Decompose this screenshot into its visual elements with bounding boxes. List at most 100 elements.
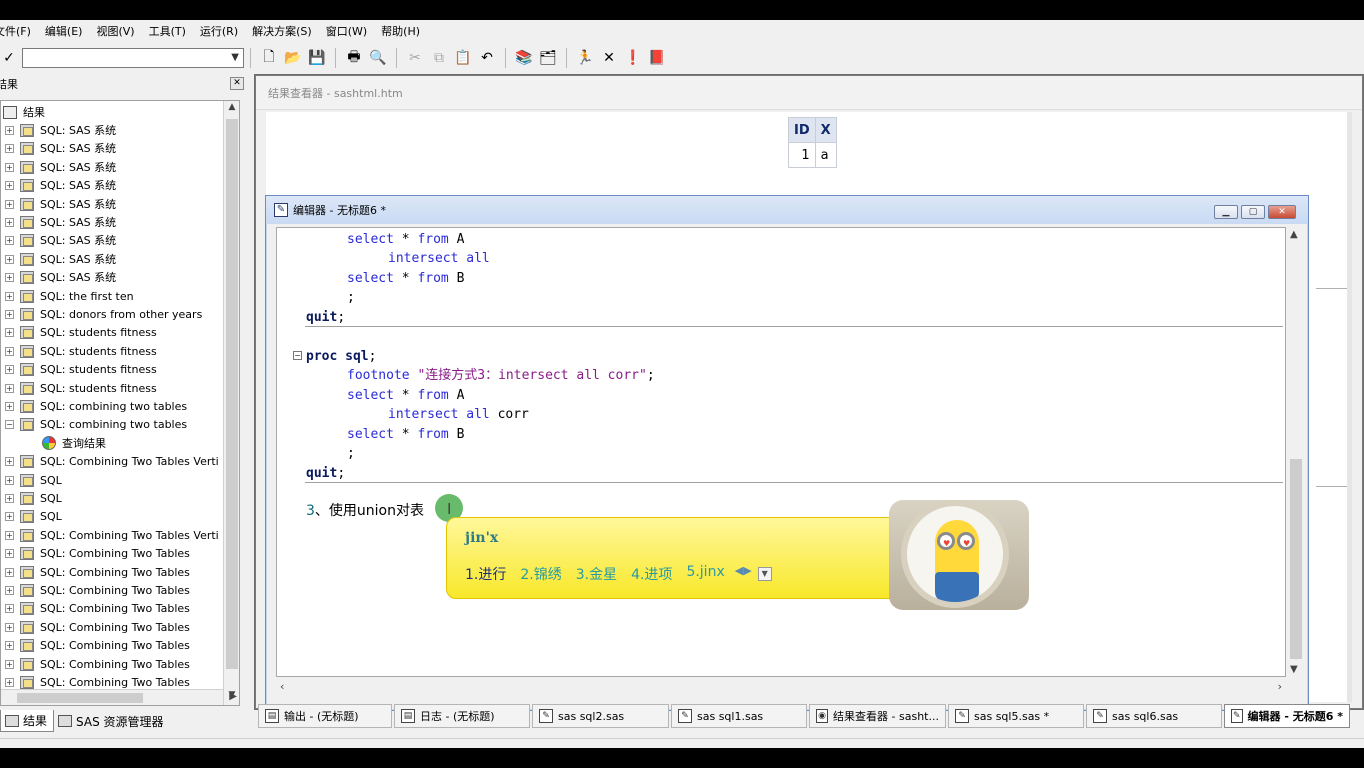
window-tab-sas-sql6[interactable]: ✎ sas sql6.sas (1086, 704, 1222, 728)
expand-icon[interactable]: + (5, 199, 14, 209)
menu-help[interactable]: 帮助(H) (374, 23, 427, 39)
expand-icon[interactable]: + (5, 585, 14, 595)
tree-item[interactable]: + SQL: SAS 系统 (1, 250, 116, 268)
menu-edit[interactable]: 编辑(E) (38, 23, 90, 39)
chevron-down-icon[interactable]: ▼ (757, 567, 772, 581)
expand-icon[interactable]: + (5, 567, 14, 577)
new-icon[interactable]: 🗋 (257, 47, 281, 69)
window-tab-results-viewer[interactable]: ◉ 结果查看器 - sasht... (809, 704, 946, 728)
tree-item[interactable]: + SQL: SAS 系统 (1, 121, 116, 139)
tree-item[interactable]: + SQL: Combining Two Tables Verti (1, 526, 219, 544)
copy-icon[interactable]: ⧉ (427, 47, 451, 69)
window-tab-output[interactable]: ▤ 输出 - (无标题) (258, 704, 392, 728)
scroll-thumb[interactable] (1290, 459, 1302, 659)
window-tab-sas-sql1[interactable]: ✎ sas sql1.sas (671, 704, 807, 728)
submit-check-icon[interactable]: ✓ (0, 48, 18, 68)
expand-icon[interactable]: + (5, 291, 14, 301)
expand-icon[interactable]: + (5, 217, 14, 227)
undo-icon[interactable]: ↶ (475, 47, 499, 69)
menu-tools[interactable]: 工具(T) (142, 23, 193, 39)
code-editor[interactable]: select * from A intersect all select * f… (276, 227, 1286, 677)
tree-item[interactable]: + SQL: SAS 系统 (1, 268, 116, 286)
expand-icon[interactable]: + (5, 235, 14, 245)
tree-item[interactable]: + SQL: students fitness (1, 360, 157, 378)
editor-vertical-scrollbar[interactable]: ▲ ▼ (1288, 227, 1304, 677)
save-icon[interactable]: 💾 (305, 47, 329, 69)
tree-item[interactable]: + SQL: Combining Two Tables (1, 544, 190, 562)
print-preview-icon[interactable]: 🔍 (366, 47, 390, 69)
scroll-left-icon[interactable]: ‹ (280, 680, 284, 693)
menu-run[interactable]: 运行(R) (193, 23, 245, 39)
expand-icon[interactable]: + (5, 603, 14, 613)
ime-candidate[interactable]: 5.jinx (686, 564, 724, 584)
minimize-button[interactable]: ▁ (1214, 205, 1238, 219)
scroll-up-icon[interactable]: ▲ (1290, 229, 1298, 240)
tree-item[interactable]: + SQL: SAS 系统 (1, 231, 116, 249)
results-viewer-scrollbar[interactable] (1347, 112, 1352, 702)
expand-icon[interactable]: + (5, 548, 14, 558)
expand-icon[interactable]: + (5, 640, 14, 650)
paste-icon[interactable]: 📋 (451, 47, 475, 69)
tree-item[interactable]: + SQL: combining two tables (1, 397, 187, 415)
tree-item[interactable]: + SQL: Combining Two Tables (1, 581, 190, 599)
close-icon[interactable]: ✕ (230, 77, 244, 90)
tree-item[interactable]: − SQL: combining two tables (1, 415, 187, 433)
expand-icon[interactable]: + (5, 383, 14, 393)
tree-item[interactable]: + SQL: students fitness (1, 379, 157, 397)
expand-icon[interactable]: + (5, 180, 14, 190)
chevron-down-icon[interactable]: ▼ (231, 52, 239, 63)
tree-item[interactable]: + SQL: SAS 系统 (1, 139, 116, 157)
tree-item[interactable]: + SQL: Combining Two Tables (1, 563, 190, 581)
expand-icon[interactable]: + (5, 364, 14, 374)
run-icon[interactable]: 🏃 (573, 47, 597, 69)
ime-candidate[interactable]: 4.进项 (631, 564, 672, 584)
window-tab-sas-sql2[interactable]: ✎ sas sql2.sas (532, 704, 669, 728)
collapse-icon[interactable]: − (293, 351, 302, 360)
menu-solutions[interactable]: 解决方案(S) (245, 23, 319, 39)
print-icon[interactable]: 🖶 (342, 47, 366, 69)
expand-icon[interactable]: + (5, 401, 14, 411)
tree-item[interactable]: + SQL: SAS 系统 (1, 176, 116, 194)
tree-root[interactable]: 结果 (1, 103, 45, 121)
tree-item[interactable]: + SQL (1, 507, 62, 525)
help-icon[interactable]: ❗ (621, 47, 645, 69)
menu-window[interactable]: 窗口(W) (319, 23, 374, 39)
tab-sas-explorer[interactable]: SAS 资源管理器 (54, 710, 169, 732)
window-tab-sas-sql5[interactable]: ✎ sas sql5.sas * (948, 704, 1084, 728)
expand-icon[interactable]: + (5, 622, 14, 632)
scroll-thumb[interactable] (17, 693, 143, 703)
expand-icon[interactable]: + (5, 530, 14, 540)
ime-candidate[interactable]: 1.进行 (465, 564, 506, 584)
editor-title-bar[interactable]: ✎ 编辑器 - 无标题6 * (266, 196, 1308, 224)
scroll-down-icon[interactable]: ▼ (1290, 664, 1298, 675)
tree-item[interactable]: + SQL: Combining Two Tables (1, 599, 190, 617)
editor-horizontal-scrollbar[interactable]: ‹ › (276, 679, 1286, 695)
menu-view[interactable]: 视图(V) (89, 23, 141, 39)
tree-item[interactable]: + SQL (1, 489, 62, 507)
tree-item[interactable]: + SQL: SAS 系统 (1, 195, 116, 213)
tree-horizontal-scrollbar[interactable]: ▶ (1, 689, 237, 705)
expand-icon[interactable]: + (5, 677, 14, 687)
expand-icon[interactable]: + (5, 493, 14, 503)
window-tab-editor-untitled6[interactable]: ✎ 编辑器 - 无标题6 * (1224, 704, 1350, 728)
page-arrows-icon[interactable]: ◀▶ (735, 564, 752, 584)
cut-icon[interactable]: ✂ (403, 47, 427, 69)
tree-item[interactable]: + SQL: SAS 系统 (1, 158, 116, 176)
expand-icon[interactable]: + (5, 475, 14, 485)
ime-candidate[interactable]: 2.锦绣 (520, 564, 561, 584)
open-icon[interactable]: 📂 (281, 47, 305, 69)
tree-item[interactable]: + SQL: donors from other years (1, 305, 202, 323)
close-button[interactable]: ✕ (1268, 205, 1296, 219)
collapse-icon[interactable]: − (5, 419, 14, 429)
expand-icon[interactable]: + (5, 272, 14, 282)
tree-item[interactable]: + SQL: Combining Two Tables (1, 655, 190, 673)
command-box[interactable]: ▼ (22, 48, 244, 68)
tree-item[interactable]: + SQL: Combining Two Tables (1, 636, 190, 654)
scroll-thumb[interactable] (226, 119, 238, 669)
ime-candidate[interactable]: 3.金星 (576, 564, 617, 584)
scroll-up-icon[interactable]: ▲ (226, 102, 238, 116)
book-icon[interactable]: 📕 (645, 47, 669, 69)
tree-item[interactable]: 查询结果 (1, 434, 106, 452)
maximize-button[interactable]: ▢ (1241, 205, 1265, 219)
tree-item[interactable]: + SQL: students fitness (1, 323, 157, 341)
